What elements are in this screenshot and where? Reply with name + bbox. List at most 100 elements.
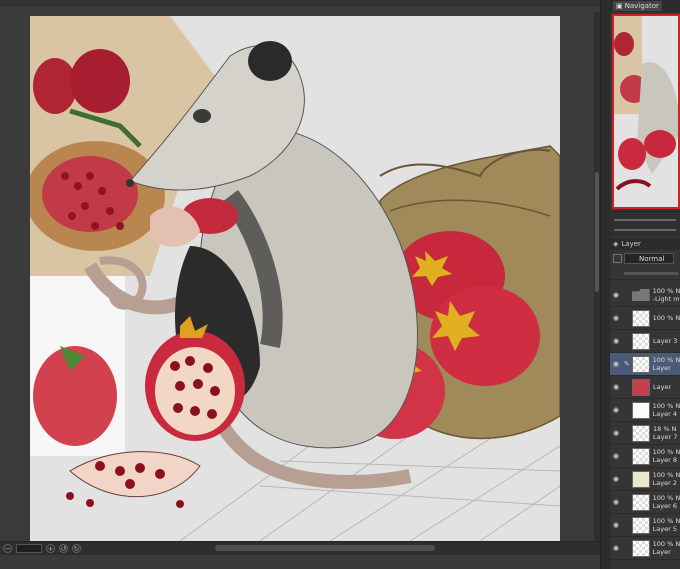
layer-name: Layer (653, 383, 672, 391)
layer-thumbnail (631, 447, 650, 465)
bottom-band (0, 555, 600, 569)
layer-row[interactable]: ◉ 100 % N Layer 5 (610, 514, 680, 537)
layer-thumbnail (631, 355, 650, 373)
layer-name: Layer (652, 548, 671, 556)
visibility-eye-icon[interactable]: ◉ (610, 314, 622, 322)
layer-name: Layer 7 (653, 433, 678, 441)
rotate-right-icon[interactable]: ↻ (72, 544, 81, 553)
drawing-canvas[interactable] (30, 16, 560, 541)
layer-name: Layer 5 (652, 525, 677, 533)
layer-tab-label[interactable]: Layer (621, 240, 641, 248)
layer-row[interactable]: ◉ Layer 3 (610, 330, 680, 353)
navigator-tab[interactable]: ▣ Navigator (613, 1, 662, 11)
layer-row[interactable]: ◉ 100 % N Layer 4 (610, 399, 680, 422)
blend-mode-row: Normal (610, 250, 680, 266)
layer-row[interactable]: ◉ Layer (610, 376, 680, 399)
layer-name: Layer 6 (652, 502, 677, 510)
edit-pen-icon: ✎ (623, 360, 630, 368)
navigator-tab-label: Navigator (624, 2, 659, 10)
layer-text: 100 % N Layer 5 (653, 517, 680, 533)
layer-thumbnail (631, 493, 650, 511)
layer-panel-icon: ◈ (613, 240, 619, 248)
layer-row[interactable]: ◉ 100 % N -Light m (610, 284, 680, 307)
floor-seeds (66, 451, 201, 508)
layer-row[interactable]: ◉ 18 % N Layer 7 (610, 422, 680, 445)
status-bar: − + ↺ ↻ (0, 541, 600, 555)
layer-opacity-mode: 100 % N (652, 517, 680, 525)
layer-thumbnail (632, 378, 650, 396)
layer-thumbnail (632, 424, 650, 442)
layer-row[interactable]: ◉ 100 % N Layer 8 (610, 445, 680, 468)
canvas-area[interactable] (0, 6, 600, 547)
layer-row[interactable]: ◉ 100 % N (610, 307, 680, 330)
layer-opacity-mode: 18 % N (653, 425, 677, 433)
layer-text: 100 % N Layer (653, 356, 680, 372)
visibility-eye-icon[interactable]: ◉ (610, 429, 622, 437)
layer-text: 100 % N Layer 6 (653, 494, 680, 510)
visibility-eye-icon[interactable]: ◉ (610, 498, 622, 506)
visibility-eye-icon[interactable]: ◉ (610, 406, 622, 414)
zoom-out-icon[interactable]: − (3, 544, 12, 553)
visibility-eye-icon[interactable]: ◉ (610, 291, 622, 299)
layer-text: 100 % N Layer (653, 540, 680, 556)
layer-thumbnail (631, 309, 650, 327)
layer-name: Layer 8 (652, 456, 677, 464)
navigator-view-frame[interactable] (612, 14, 680, 209)
blend-mode-select[interactable]: Normal (624, 252, 674, 264)
layer-text: 100 % N Layer 4 (653, 402, 680, 418)
layer-row[interactable]: ◉ 100 % N Layer 2 (610, 468, 680, 491)
rotation-slider[interactable] (614, 229, 676, 231)
lock-checkbox[interactable] (613, 253, 622, 263)
layer-titlebar: ◈ Layer (610, 238, 680, 250)
layer-text: 18 % N Layer 7 (653, 425, 677, 441)
vertical-scroll-thumb[interactable] (595, 172, 599, 292)
visibility-eye-icon[interactable]: ◉ (610, 337, 622, 345)
layer-opacity-mode: 100 % N (652, 287, 680, 295)
layer-name: Layer 2 (652, 479, 677, 487)
zoom-field[interactable] (16, 544, 42, 553)
layer-name: Layer (652, 364, 671, 372)
layer-opacity-mode: 100 % N (652, 494, 680, 502)
layer-row[interactable]: ◉ ✎ 100 % N Layer (610, 353, 680, 376)
navigator-preview[interactable] (612, 14, 680, 209)
layer-text: 100 % N Layer 8 (653, 448, 680, 464)
layer-thumbnail (631, 539, 650, 557)
visibility-eye-icon[interactable]: ◉ (610, 475, 622, 483)
rotate-left-icon[interactable]: ↺ (59, 544, 68, 553)
layer-opacity-mode: 100 % N (652, 402, 680, 410)
layer-opacity-mode: 100 % N (652, 314, 680, 322)
navigator-controls (610, 211, 680, 237)
zoom-slider[interactable] (614, 219, 676, 221)
zoom-in-icon[interactable]: + (46, 544, 55, 553)
opacity-slider[interactable] (624, 272, 678, 275)
layer-text: 100 % N -Light m (653, 287, 680, 303)
horizontal-scrollbar[interactable] (215, 545, 435, 551)
visibility-eye-icon[interactable]: ◉ (610, 360, 622, 368)
layer-name: -Light m (652, 295, 680, 303)
reference-photo-bottom (30, 276, 125, 456)
layer-text: 100 % N (653, 314, 680, 322)
layer-opacity-mode: 100 % N (652, 448, 680, 456)
layer-list: ◉ 100 % N -Light m ◉ 100 % N ◉ Layer 3 ◉ ✎ 100 % … (610, 284, 680, 569)
layer-text: 100 % N Layer 2 (653, 471, 680, 487)
layer-name: Layer 3 (653, 337, 678, 345)
folder-icon (631, 289, 650, 301)
visibility-eye-icon[interactable]: ◉ (610, 544, 622, 552)
layer-thumbnail (631, 401, 650, 419)
navigator-titlebar: ▣ Navigator (610, 0, 680, 12)
visibility-eye-icon[interactable]: ◉ (610, 383, 622, 391)
layer-opacity-mode: 100 % N (652, 356, 680, 364)
right-panel: ▣ Navigator ◈ Layer Normal ◉ 100 % N -Ligh… (610, 0, 680, 569)
visibility-eye-icon[interactable]: ◉ (610, 521, 622, 529)
layer-text: Layer 3 (653, 337, 677, 345)
layer-text: Layer (653, 383, 671, 391)
visibility-eye-icon[interactable]: ◉ (610, 452, 622, 460)
opacity-row (610, 266, 680, 280)
panel-divider[interactable] (600, 0, 610, 569)
artwork (30, 16, 560, 541)
layer-thumbnail (632, 332, 650, 350)
layer-thumbnail (631, 516, 650, 534)
layer-row[interactable]: ◉ 100 % N Layer 6 (610, 491, 680, 514)
layer-thumbnail (631, 470, 650, 488)
layer-row[interactable]: ◉ 100 % N Layer (610, 537, 680, 560)
